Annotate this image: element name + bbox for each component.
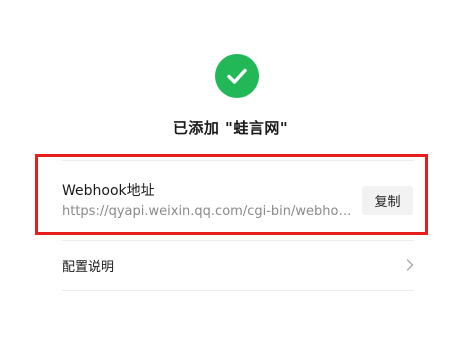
success-check-icon bbox=[215, 54, 259, 98]
chevron-right-icon bbox=[406, 259, 414, 271]
config-instructions-label: 配置说明 bbox=[62, 259, 115, 275]
config-instructions-row[interactable]: 配置说明 bbox=[62, 250, 414, 280]
divider-bottom bbox=[62, 290, 414, 291]
divider-middle bbox=[62, 240, 414, 241]
page-title: 已添加 "蛙言网" bbox=[172, 119, 289, 137]
check-icon bbox=[227, 68, 247, 84]
highlight-annotation bbox=[35, 154, 428, 235]
